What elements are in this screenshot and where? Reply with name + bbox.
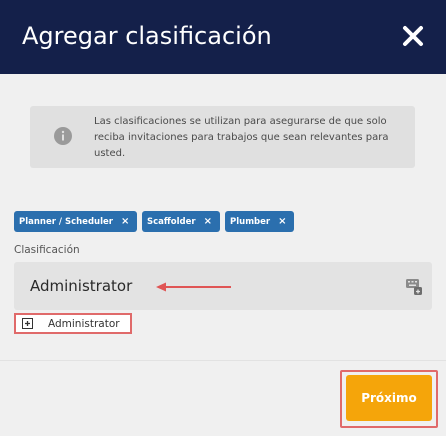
tag-remove-icon[interactable]: × (121, 216, 129, 227)
tag-plumber: Plumber × (225, 211, 294, 232)
close-icon[interactable] (399, 22, 427, 50)
plus-box-icon[interactable] (22, 318, 33, 329)
tag-label: Planner / Scheduler (19, 216, 113, 227)
keyboard-icon[interactable] (406, 279, 422, 295)
classification-value[interactable]: Administrator (30, 277, 132, 295)
tag-remove-icon[interactable]: × (204, 216, 212, 227)
info-box: Las clasificaciones se utilizan para ase… (30, 106, 415, 168)
tag-planner-scheduler: Planner / Scheduler × (14, 211, 137, 232)
info-text: Las clasificaciones se utilizan para ase… (94, 116, 389, 159)
modal-title: Agregar clasificación (22, 22, 272, 50)
footer-divider (0, 360, 446, 361)
suggestion-label[interactable]: Administrator (48, 318, 120, 330)
annotation-arrow (156, 282, 231, 292)
next-button[interactable]: Próximo (346, 375, 432, 421)
tag-scaffolder: Scaffolder × (142, 211, 220, 232)
tag-label: Scaffolder (147, 216, 196, 227)
modal-header: Agregar clasificación (0, 0, 446, 74)
info-icon (54, 127, 72, 145)
tag-label: Plumber (230, 216, 271, 227)
tag-remove-icon[interactable]: × (278, 216, 286, 227)
suggestion-item[interactable]: Administrator (14, 313, 132, 334)
classification-label: Clasificación (14, 244, 80, 256)
